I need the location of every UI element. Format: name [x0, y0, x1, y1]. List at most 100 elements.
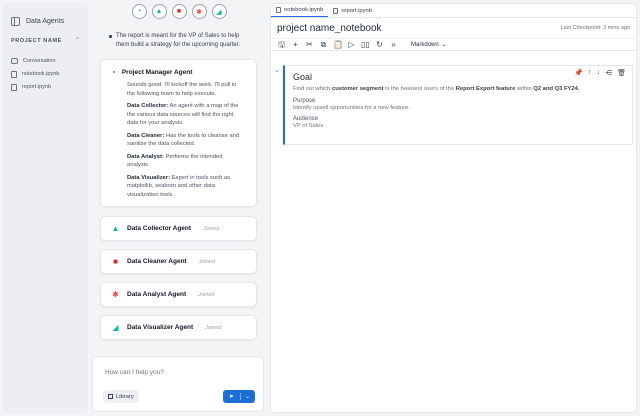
agent-name: Data Analyst Agent	[127, 291, 187, 298]
agent-status: Joined	[205, 324, 222, 331]
purpose-label: Purpose	[293, 98, 316, 104]
chevron-down-icon: ⌄	[441, 42, 447, 48]
collapse-cell-icon[interactable]: ⌄	[274, 66, 280, 74]
role-data-collector: Data Collector: An agent with a map of t…	[127, 102, 246, 128]
save-icon[interactable]: 🖫	[277, 40, 286, 49]
data-analyst-agent-avatar[interactable]: ✱	[191, 4, 207, 19]
sidebar: Data Agents PROJECT NAME ⌃ Conversation …	[3, 3, 88, 413]
data-collector-icon: ▲	[111, 224, 120, 233]
add-cell-icon[interactable]: +	[291, 40, 300, 49]
send-button[interactable]: ➤ ⌄	[223, 390, 255, 403]
goal-emphasis: Q2 and Q3 FY24.	[533, 86, 580, 92]
agent-status: Joined	[198, 291, 215, 298]
brand-name: Data Agents	[26, 17, 65, 25]
project-manager-icon: ◔	[111, 68, 116, 77]
purpose-text: Identify upsell opportunities for a new …	[293, 105, 410, 111]
notebook-tabs: notebook.ipynb report.ipynb	[271, 4, 636, 18]
tab-report[interactable]: report.ipynb	[328, 4, 377, 17]
agent-card-data-analyst[interactable]: ✱ Data Analyst Agent Joined	[100, 282, 257, 307]
goal-text: Find out which customer segment is the h…	[293, 86, 624, 92]
file-label: notebook.ipynb	[22, 71, 60, 77]
notebook-title[interactable]: project name_notebook	[277, 23, 382, 34]
run-icon[interactable]: ▷	[347, 40, 356, 49]
chat-panel: ◔ ▲ ■ ✱ ◢ The report is meant for the VP…	[92, 0, 266, 416]
project-manager-message: ◔ Project Manager Agent Sounds good. I'l…	[100, 59, 257, 207]
file-icon	[276, 7, 281, 13]
brand[interactable]: Data Agents	[3, 3, 88, 29]
file-icon	[11, 70, 17, 78]
agent-name: Data Cleaner Agent	[127, 258, 187, 265]
data-analyst-icon: ✱	[112, 290, 119, 299]
role-data-visualizer: Data Visualizer: Expert in tools such as…	[127, 174, 246, 200]
send-icon[interactable]: ➤	[223, 393, 241, 400]
pm-header: ◔ Project Manager Agent	[111, 68, 246, 77]
agent-status: Joined	[203, 225, 220, 232]
agent-name: Data Visualizer Agent	[127, 324, 194, 331]
role-title: Data Analyst:	[127, 153, 164, 160]
restart-icon[interactable]: ↻	[375, 40, 384, 49]
data-collector-agent-avatar[interactable]: ▲	[151, 4, 167, 19]
library-label: Library	[116, 393, 134, 400]
library-button[interactable]: Library	[103, 390, 139, 403]
agent-avatars: ◔ ▲ ■ ✱ ◢	[92, 0, 266, 26]
data-visualizer-icon: ◢	[112, 323, 119, 332]
stop-icon[interactable]: ▯▯	[361, 40, 370, 49]
cell-type-label: Markdown	[411, 41, 439, 48]
agent-card-data-visualizer[interactable]: ◢ Data Visualizer Agent Joined	[100, 315, 257, 340]
agent-card-data-collector[interactable]: ▲ Data Collector Agent Joined	[100, 216, 257, 241]
delete-icon[interactable]: 🗑	[617, 69, 626, 77]
share-icon[interactable]: ⋲	[605, 69, 612, 77]
file-label: report.ipynb	[22, 84, 52, 90]
goal-text-part: is the heaviest users of the	[383, 86, 456, 92]
agent-card-data-cleaner[interactable]: ■ Data Cleaner Agent Joined	[100, 249, 257, 274]
file-item-report[interactable]: report.ipynb	[11, 81, 82, 93]
project-header[interactable]: PROJECT NAME ⌃	[3, 29, 88, 47]
chat-icon	[11, 58, 18, 64]
file-item-notebook[interactable]: notebook.ipynb	[11, 68, 82, 80]
goal-text-part: Find out which	[293, 86, 332, 92]
chevron-down-icon[interactable]: ⌄	[241, 393, 254, 400]
chevron-up-icon[interactable]: ⌃	[75, 37, 80, 44]
pm-name: Project Manager Agent	[121, 69, 193, 76]
role-title: Data Visualizer:	[127, 174, 171, 181]
data-cleaner-icon: ■	[113, 257, 118, 266]
paste-icon[interactable]: 📋	[333, 40, 343, 49]
role-title: Data Collector:	[127, 103, 169, 109]
pin-icon[interactable]: 📌	[574, 69, 583, 77]
library-icon	[108, 394, 113, 399]
cut-icon[interactable]: ✂	[305, 40, 314, 49]
markdown-cell[interactable]: 📌 ↑ ↓ ⋲ 🗑 Goal Find out which customer s…	[283, 65, 633, 145]
file-icon	[11, 83, 17, 91]
file-list: Conversation notebook.ipynb report.ipynb	[3, 47, 88, 93]
notebook-panel: notebook.ipynb report.ipynb project name…	[270, 3, 637, 413]
file-icon	[333, 7, 339, 14]
audience-text: VP of Sales	[293, 123, 324, 129]
move-down-icon[interactable]: ↓	[597, 69, 601, 77]
cell-tools: 📌 ↑ ↓ ⋲ 🗑	[574, 69, 626, 77]
pm-body: Sounds good. I'll kickoff the work. I'll…	[111, 81, 246, 199]
sidebar-toggle-icon[interactable]	[11, 16, 20, 26]
data-cleaner-agent-avatar[interactable]: ■	[171, 4, 187, 19]
tab-label: notebook.ipynb	[284, 7, 324, 13]
audience-label: Audience	[293, 116, 319, 122]
project-manager-agent-avatar[interactable]: ◔	[131, 4, 147, 19]
tab-label: report.ipynb	[341, 7, 372, 14]
goal-emphasis: Report Export feature	[455, 86, 516, 92]
intro-bullet: The report is meant for the VP of Sales …	[92, 26, 266, 50]
file-item-conversation[interactable]: Conversation	[11, 55, 82, 67]
data-visualizer-agent-avatar[interactable]: ◢	[211, 4, 227, 19]
tab-notebook[interactable]: notebook.ipynb	[271, 4, 329, 17]
move-up-icon[interactable]: ↑	[588, 69, 592, 77]
fast-forward-icon[interactable]: »	[389, 40, 398, 49]
goal-emphasis: customer segment	[332, 86, 384, 92]
role-title: Data Cleaner:	[127, 132, 165, 139]
role-data-cleaner: Data Cleaner: Has the tools to cleanse a…	[127, 132, 246, 149]
checkpoint-status: Last Checkpoint: 3 mins ago	[560, 25, 630, 31]
cell-type-select[interactable]: Markdown ⌄	[411, 41, 447, 49]
goal-text-part: within	[515, 86, 534, 92]
chat-input[interactable]: How can I help you?	[105, 369, 164, 376]
project-title: PROJECT NAME	[11, 37, 62, 44]
notebook-toolbar: 🖫 + ✂ ⧉ 📋 ▷ ▯▯ ↻ » Markdown ⌄	[271, 38, 636, 51]
copy-icon[interactable]: ⧉	[319, 40, 328, 49]
chat-input-box: How can I help you? Library ➤ ⌄	[92, 356, 264, 412]
